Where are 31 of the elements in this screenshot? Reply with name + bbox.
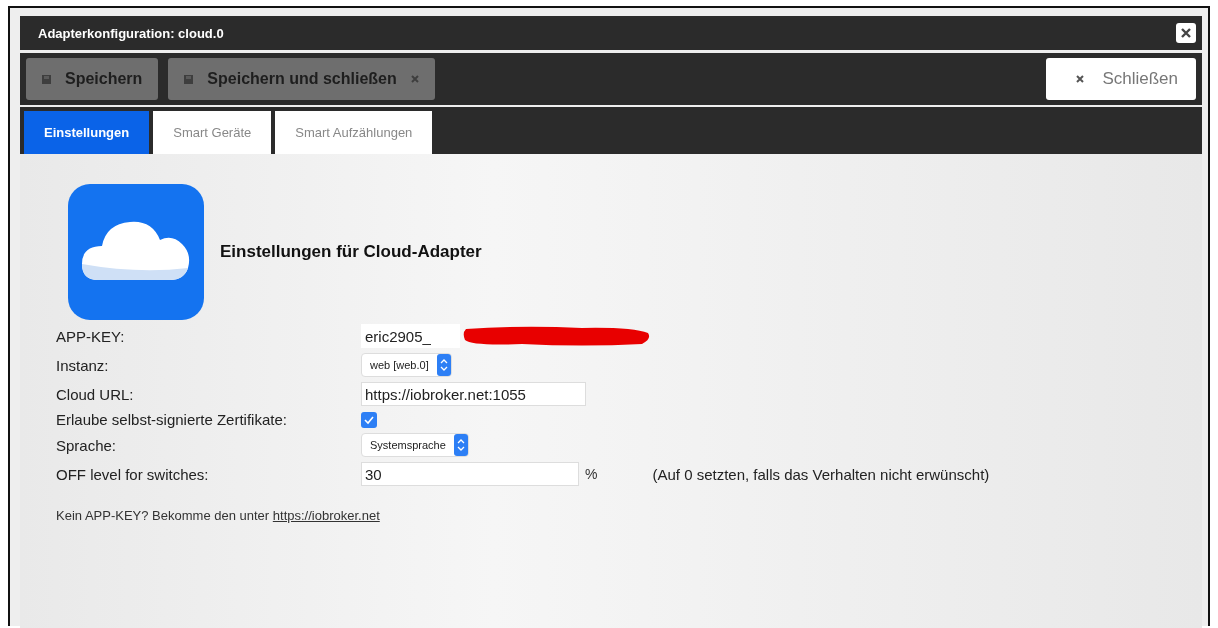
field-label: Sprache:	[56, 436, 118, 454]
select-dropdown[interactable]: Systemsprache	[361, 433, 469, 457]
close-button[interactable]	[1176, 23, 1196, 43]
close-icon	[410, 75, 419, 83]
tab[interactable]: Smart Geräte	[153, 111, 272, 154]
field-label: Cloud URL:	[56, 385, 135, 403]
unit-label: %	[585, 466, 598, 482]
select-dropdown[interactable]: web [web.0]	[361, 353, 452, 377]
tab[interactable]: Einstellungen	[24, 111, 150, 154]
text-field[interactable]: https://iobroker.net:1055	[361, 382, 586, 406]
tab[interactable]: Smart Aufzählungen	[275, 111, 433, 154]
window-title: Adapterkonfiguration: cloud.0	[38, 25, 224, 41]
close-icon	[1076, 75, 1085, 83]
iobroker-link[interactable]: https://iobroker.net	[272, 508, 380, 523]
close-button[interactable]: Schließen	[1046, 58, 1196, 100]
field-label: Instanz:	[56, 356, 110, 374]
hint-text: (Auf 0 setzten, falls das Verhalten nicht erwünscht)	[652, 465, 990, 483]
checkbox[interactable]	[361, 411, 377, 428]
number-field[interactable]: 30	[361, 462, 579, 486]
updown-icon	[436, 354, 451, 376]
field-label: Erlaube selbst-signierte Zertifikate:	[56, 411, 288, 428]
updown-icon	[453, 434, 468, 456]
field-label: OFF level for switches:	[56, 465, 210, 483]
cloud-logo-icon	[68, 184, 204, 320]
text-field[interactable]: eric2905_	[361, 324, 460, 348]
section-heading: Einstellungen für Cloud-Adapter	[220, 242, 482, 262]
close-icon	[1181, 28, 1191, 38]
footer-text: Kein APP-KEY? Bekomme den unter https://iobroker.net	[56, 508, 381, 523]
field-label: APP-KEY:	[56, 327, 126, 345]
floppy-icon	[42, 74, 51, 84]
floppy-icon	[184, 74, 194, 84]
